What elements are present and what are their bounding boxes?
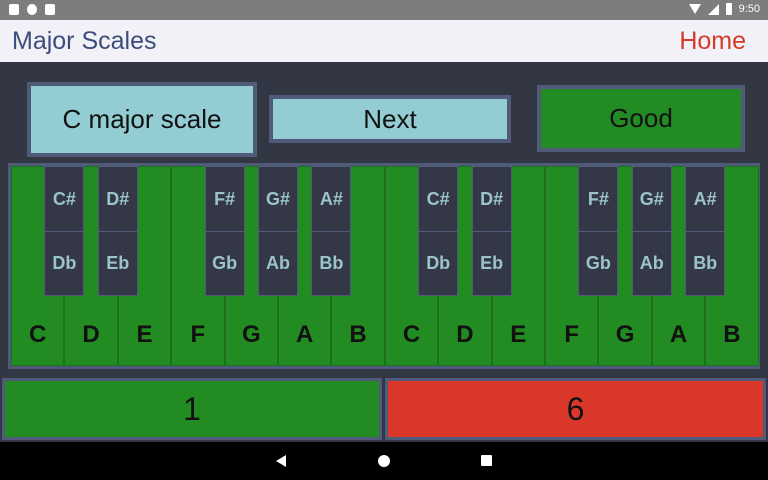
black-key-sharp-label: A# xyxy=(693,189,717,209)
black-key-flat-label: Db xyxy=(426,253,451,273)
white-key-label: A xyxy=(296,321,314,348)
status-bar: 9:50 xyxy=(0,0,768,20)
white-key-label: G xyxy=(241,321,261,348)
back-icon[interactable] xyxy=(276,455,286,467)
piano-keyboard: C D E F G A B C D E F G A B C# Db D# Eb F# Gb G# Ab A# Bb C# Db D#… xyxy=(8,163,760,369)
app-bar: Major Scales Home xyxy=(0,20,768,62)
black-key-divider xyxy=(205,231,244,232)
white-key-label: D xyxy=(456,321,474,348)
home-icon[interactable] xyxy=(378,455,390,467)
black-key-flat-label: Bb xyxy=(319,253,344,273)
white-key-label: D xyxy=(82,321,100,348)
correct-count: 1 xyxy=(2,378,382,440)
home-button[interactable]: Home xyxy=(679,27,746,56)
black-key-divider xyxy=(472,231,511,232)
black-key-divider xyxy=(686,231,725,232)
black-key[interactable]: D# Eb xyxy=(97,166,138,296)
black-key-flat-label: Gb xyxy=(585,253,611,273)
notification-a-icon xyxy=(9,4,19,15)
circle-icon xyxy=(27,4,37,15)
black-key-flat-label: Bb xyxy=(693,253,718,273)
white-key-label: E xyxy=(510,321,527,348)
signal-icon xyxy=(707,3,719,15)
white-key-label: F xyxy=(190,321,206,348)
black-key-flat-label: Db xyxy=(52,253,77,273)
black-key-divider xyxy=(45,231,84,232)
white-key-label: B xyxy=(349,321,367,348)
scale-name-label: C major scale xyxy=(27,82,257,157)
recents-icon[interactable] xyxy=(481,455,492,466)
black-key-divider xyxy=(98,231,137,232)
black-key-sharp-label: D# xyxy=(480,189,504,209)
black-key-flat-label: Gb xyxy=(212,253,238,273)
battery-icon xyxy=(725,3,732,15)
black-key-flat-label: Ab xyxy=(639,253,664,273)
black-key-sharp-label: D# xyxy=(106,189,130,209)
black-key[interactable]: C# Db xyxy=(418,166,459,296)
black-key-sharp-label: F# xyxy=(214,189,236,209)
wifi-icon xyxy=(688,4,701,14)
black-key[interactable]: C# Db xyxy=(44,166,85,296)
black-key-flat-label: Eb xyxy=(480,253,504,273)
white-key-label: C xyxy=(29,321,47,348)
white-key-label: G xyxy=(615,321,635,348)
black-key[interactable]: A# Bb xyxy=(685,166,726,296)
status-left-icons xyxy=(9,4,55,15)
black-key[interactable]: F# Gb xyxy=(578,166,619,296)
black-key-divider xyxy=(579,231,618,232)
black-key[interactable]: D# Eb xyxy=(471,166,512,296)
black-key-flat-label: Ab xyxy=(266,253,290,273)
page-title: Major Scales xyxy=(12,27,157,55)
black-key-divider xyxy=(632,231,671,232)
black-key-sharp-label: C# xyxy=(426,189,450,209)
result-status-badge: Good xyxy=(537,85,745,152)
black-key[interactable]: G# Ab xyxy=(631,166,672,296)
black-key-divider xyxy=(312,231,351,232)
black-key-sharp-label: G# xyxy=(639,189,664,209)
white-key-label: E xyxy=(136,321,153,348)
black-key-divider xyxy=(419,231,458,232)
sd-card-icon xyxy=(45,4,55,15)
black-key-sharp-label: A# xyxy=(319,189,343,209)
navigation-bar xyxy=(0,442,768,480)
black-key[interactable]: F# Gb xyxy=(204,166,245,296)
wrong-count: 6 xyxy=(385,378,766,440)
status-right-icons: 9:50 xyxy=(688,3,760,15)
black-key-flat-label: Eb xyxy=(106,253,130,273)
white-key-label: C xyxy=(402,321,421,348)
black-key-divider xyxy=(259,231,297,232)
black-key-sharp-label: F# xyxy=(587,189,609,209)
black-key-sharp-label: C# xyxy=(52,189,76,209)
next-button[interactable]: Next xyxy=(269,95,511,143)
white-key-label: F xyxy=(564,321,580,348)
status-time: 9:50 xyxy=(738,3,760,15)
black-key[interactable]: G# Ab xyxy=(258,166,298,296)
black-key[interactable]: A# Bb xyxy=(311,166,352,296)
black-key-sharp-label: G# xyxy=(265,189,290,209)
white-key-label: B xyxy=(723,321,741,348)
white-key-label: A xyxy=(669,321,688,348)
app-screen: 9:50 Major Scales Home C major scale Nex… xyxy=(0,0,768,480)
